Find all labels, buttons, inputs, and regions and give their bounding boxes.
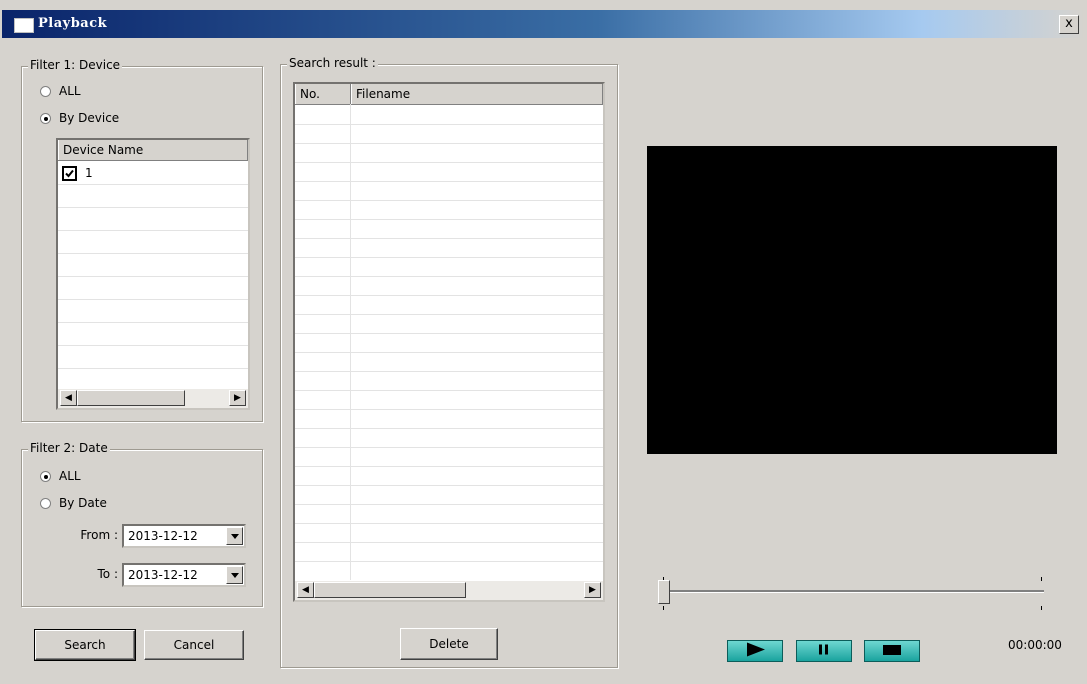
window-title: Playback bbox=[38, 16, 108, 31]
chevron-down-icon[interactable] bbox=[226, 566, 243, 584]
device-list[interactable]: Device Name 1 ◀ ▶ bbox=[56, 138, 250, 410]
scroll-left-button[interactable]: ◀ bbox=[297, 582, 314, 598]
to-date-value: 2013-12-12 bbox=[128, 568, 198, 582]
playback-time: 00:00:00 bbox=[1008, 638, 1062, 652]
radio-device-all-label: ALL bbox=[59, 84, 81, 98]
scroll-thumb[interactable] bbox=[77, 390, 185, 406]
scroll-left-button[interactable]: ◀ bbox=[60, 390, 77, 406]
radio-date-all[interactable]: ALL bbox=[40, 467, 81, 485]
search-result-list[interactable]: No. Filename ◀ ▶ bbox=[293, 82, 605, 602]
play-icon bbox=[745, 642, 765, 660]
from-label: From : bbox=[80, 528, 118, 542]
close-button[interactable]: x bbox=[1059, 15, 1079, 34]
playback-window: Playback x Filter 1: Device ALL By Devic… bbox=[0, 0, 1087, 684]
to-date-picker[interactable]: 2013-12-12 bbox=[122, 563, 246, 587]
scroll-right-button[interactable]: ▶ bbox=[584, 582, 601, 598]
device-row[interactable]: 1 bbox=[62, 164, 93, 182]
radio-device-all[interactable]: ALL bbox=[40, 82, 81, 100]
search-button[interactable]: Search bbox=[34, 629, 136, 661]
chevron-down-icon[interactable] bbox=[226, 527, 243, 545]
device-name: 1 bbox=[85, 166, 93, 180]
to-label: To : bbox=[97, 567, 119, 581]
window-icon bbox=[14, 18, 34, 33]
search-result-hscrollbar[interactable]: ◀ ▶ bbox=[295, 580, 603, 600]
playback-progress-track[interactable] bbox=[668, 590, 1044, 593]
search-result-header: No. Filename bbox=[295, 84, 603, 105]
from-date-value: 2013-12-12 bbox=[128, 529, 198, 543]
device-list-header: Device Name bbox=[58, 140, 248, 161]
radio-by-device-label: By Device bbox=[59, 111, 120, 125]
filter-date-label: Filter 2: Date bbox=[28, 441, 110, 455]
column-device-name[interactable]: Device Name bbox=[58, 140, 248, 160]
checkbox-checked-icon[interactable] bbox=[62, 165, 77, 181]
playback-progress-slider[interactable] bbox=[658, 580, 670, 604]
scroll-thumb[interactable] bbox=[314, 582, 466, 598]
cancel-button[interactable]: Cancel bbox=[144, 630, 244, 660]
video-display bbox=[647, 146, 1057, 454]
radio-by-date-label: By Date bbox=[59, 496, 107, 510]
stop-icon bbox=[883, 644, 901, 658]
filter-device-label: Filter 1: Device bbox=[28, 58, 123, 72]
play-button[interactable] bbox=[727, 640, 783, 662]
pause-icon bbox=[818, 644, 830, 659]
radio-icon bbox=[40, 497, 51, 509]
radio-checked-icon bbox=[40, 470, 51, 482]
radio-icon bbox=[40, 85, 51, 97]
search-result-label: Search result : bbox=[287, 56, 378, 70]
radio-by-device[interactable]: By Device bbox=[40, 109, 119, 127]
radio-by-date[interactable]: By Date bbox=[40, 494, 107, 512]
radio-date-all-label: ALL bbox=[59, 469, 81, 483]
column-filename[interactable]: Filename bbox=[351, 84, 603, 104]
column-no[interactable]: No. bbox=[295, 84, 351, 104]
from-date-picker[interactable]: 2013-12-12 bbox=[122, 524, 246, 548]
scroll-right-button[interactable]: ▶ bbox=[229, 390, 246, 406]
device-list-hscrollbar[interactable]: ◀ ▶ bbox=[58, 388, 248, 408]
radio-checked-icon bbox=[40, 112, 51, 124]
stop-button[interactable] bbox=[864, 640, 920, 662]
title-bar[interactable]: Playback x bbox=[2, 10, 1085, 38]
pause-button[interactable] bbox=[796, 640, 852, 662]
delete-button[interactable]: Delete bbox=[400, 628, 498, 660]
